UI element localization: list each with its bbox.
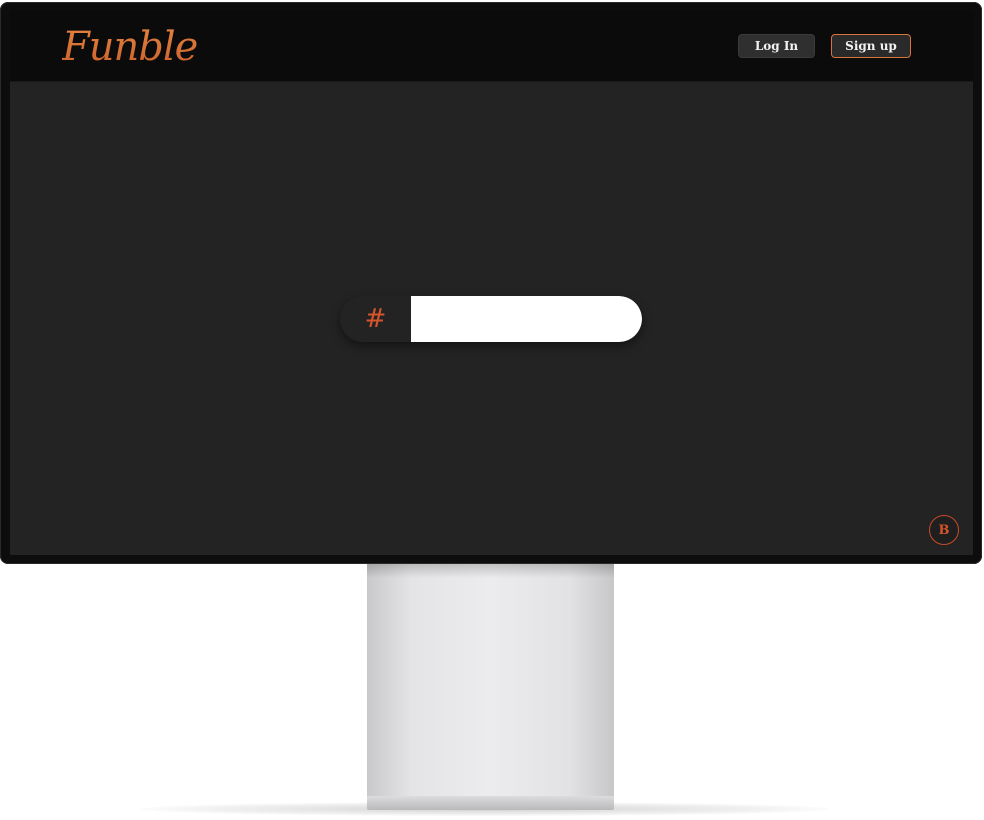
monitor-stand: [367, 564, 614, 796]
login-button[interactable]: Log In: [738, 34, 815, 58]
device-scene: Funble Log In Sign up # B: [0, 0, 984, 820]
top-navbar: Funble Log In Sign up: [10, 10, 973, 82]
monitor-bezel: Funble Log In Sign up # B: [0, 2, 982, 564]
brand-logo[interactable]: Funble: [62, 18, 198, 76]
stand-shadow: [367, 564, 614, 578]
b-badge-icon[interactable]: B: [929, 515, 959, 545]
hashtag-search: #: [340, 296, 642, 342]
app-screen: Funble Log In Sign up # B: [10, 10, 973, 555]
signup-button[interactable]: Sign up: [831, 34, 911, 58]
hashtag-input[interactable]: [411, 296, 642, 342]
hash-icon: #: [340, 296, 411, 342]
monitor-stand-base: [367, 796, 614, 810]
